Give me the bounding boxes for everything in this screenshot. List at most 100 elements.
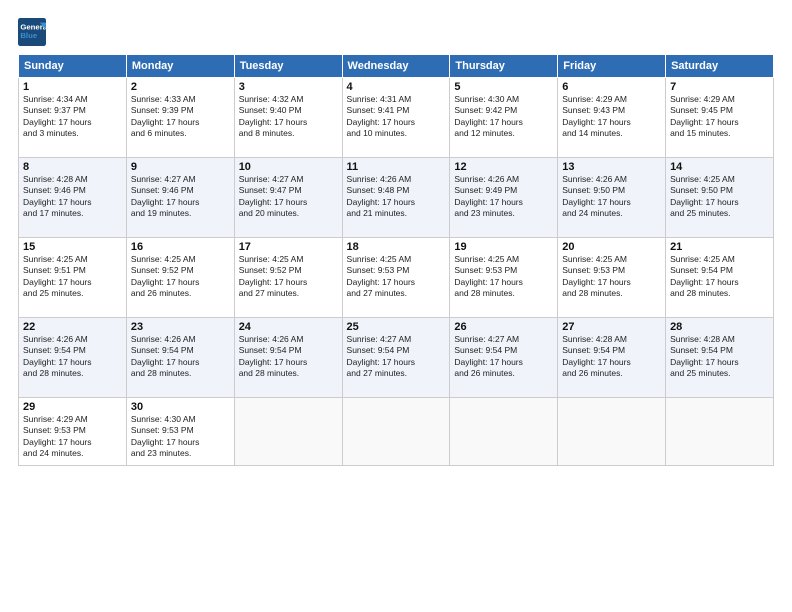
- day-info: Sunrise: 4:27 AMSunset: 9:54 PMDaylight:…: [454, 334, 553, 380]
- calendar-cell: 24Sunrise: 4:26 AMSunset: 9:54 PMDayligh…: [234, 318, 342, 398]
- calendar-cell: 16Sunrise: 4:25 AMSunset: 9:52 PMDayligh…: [126, 238, 234, 318]
- calendar-cell: 12Sunrise: 4:26 AMSunset: 9:49 PMDayligh…: [450, 158, 558, 238]
- calendar-cell: 19Sunrise: 4:25 AMSunset: 9:53 PMDayligh…: [450, 238, 558, 318]
- day-number: 23: [131, 321, 230, 333]
- day-info: Sunrise: 4:25 AMSunset: 9:53 PMDaylight:…: [562, 254, 661, 300]
- day-number: 4: [347, 81, 446, 93]
- calendar-cell: 4Sunrise: 4:31 AMSunset: 9:41 PMDaylight…: [342, 78, 450, 158]
- calendar-cell: 1Sunrise: 4:34 AMSunset: 9:37 PMDaylight…: [19, 78, 127, 158]
- day-number: 6: [562, 81, 661, 93]
- day-info: Sunrise: 4:25 AMSunset: 9:51 PMDaylight:…: [23, 254, 122, 300]
- day-info: Sunrise: 4:25 AMSunset: 9:53 PMDaylight:…: [454, 254, 553, 300]
- calendar-cell: 15Sunrise: 4:25 AMSunset: 9:51 PMDayligh…: [19, 238, 127, 318]
- day-number: 21: [670, 241, 769, 253]
- day-info: Sunrise: 4:34 AMSunset: 9:37 PMDaylight:…: [23, 94, 122, 140]
- day-number: 25: [347, 321, 446, 333]
- calendar-cell: 10Sunrise: 4:27 AMSunset: 9:47 PMDayligh…: [234, 158, 342, 238]
- day-number: 24: [239, 321, 338, 333]
- weekday-header-wednesday: Wednesday: [342, 55, 450, 78]
- calendar-cell: 28Sunrise: 4:28 AMSunset: 9:54 PMDayligh…: [666, 318, 774, 398]
- calendar-cell: 18Sunrise: 4:25 AMSunset: 9:53 PMDayligh…: [342, 238, 450, 318]
- day-info: Sunrise: 4:30 AMSunset: 9:42 PMDaylight:…: [454, 94, 553, 140]
- calendar-cell: 27Sunrise: 4:28 AMSunset: 9:54 PMDayligh…: [558, 318, 666, 398]
- day-number: 12: [454, 161, 553, 173]
- calendar-cell: 2Sunrise: 4:33 AMSunset: 9:39 PMDaylight…: [126, 78, 234, 158]
- calendar-cell: 29Sunrise: 4:29 AMSunset: 9:53 PMDayligh…: [19, 398, 127, 466]
- calendar-cell: 13Sunrise: 4:26 AMSunset: 9:50 PMDayligh…: [558, 158, 666, 238]
- calendar-cell: 22Sunrise: 4:26 AMSunset: 9:54 PMDayligh…: [19, 318, 127, 398]
- day-info: Sunrise: 4:28 AMSunset: 9:46 PMDaylight:…: [23, 174, 122, 220]
- day-info: Sunrise: 4:30 AMSunset: 9:53 PMDaylight:…: [131, 414, 230, 460]
- day-info: Sunrise: 4:25 AMSunset: 9:54 PMDaylight:…: [670, 254, 769, 300]
- calendar-cell: [450, 398, 558, 466]
- day-info: Sunrise: 4:27 AMSunset: 9:46 PMDaylight:…: [131, 174, 230, 220]
- day-number: 22: [23, 321, 122, 333]
- day-number: 17: [239, 241, 338, 253]
- calendar-cell: 5Sunrise: 4:30 AMSunset: 9:42 PMDaylight…: [450, 78, 558, 158]
- day-number: 18: [347, 241, 446, 253]
- calendar-cell: 6Sunrise: 4:29 AMSunset: 9:43 PMDaylight…: [558, 78, 666, 158]
- day-number: 11: [347, 161, 446, 173]
- day-info: Sunrise: 4:25 AMSunset: 9:50 PMDaylight:…: [670, 174, 769, 220]
- calendar-cell: [342, 398, 450, 466]
- day-number: 8: [23, 161, 122, 173]
- weekday-header-friday: Friday: [558, 55, 666, 78]
- day-number: 26: [454, 321, 553, 333]
- day-number: 1: [23, 81, 122, 93]
- day-number: 19: [454, 241, 553, 253]
- day-info: Sunrise: 4:26 AMSunset: 9:48 PMDaylight:…: [347, 174, 446, 220]
- day-number: 27: [562, 321, 661, 333]
- day-number: 14: [670, 161, 769, 173]
- calendar-cell: 21Sunrise: 4:25 AMSunset: 9:54 PMDayligh…: [666, 238, 774, 318]
- calendar-cell: 3Sunrise: 4:32 AMSunset: 9:40 PMDaylight…: [234, 78, 342, 158]
- calendar-cell: 7Sunrise: 4:29 AMSunset: 9:45 PMDaylight…: [666, 78, 774, 158]
- day-info: Sunrise: 4:26 AMSunset: 9:49 PMDaylight:…: [454, 174, 553, 220]
- calendar: SundayMondayTuesdayWednesdayThursdayFrid…: [18, 54, 774, 466]
- day-info: Sunrise: 4:25 AMSunset: 9:52 PMDaylight:…: [131, 254, 230, 300]
- day-number: 28: [670, 321, 769, 333]
- day-number: 13: [562, 161, 661, 173]
- day-number: 15: [23, 241, 122, 253]
- day-info: Sunrise: 4:29 AMSunset: 9:53 PMDaylight:…: [23, 414, 122, 460]
- day-number: 30: [131, 401, 230, 413]
- weekday-header-monday: Monday: [126, 55, 234, 78]
- day-info: Sunrise: 4:29 AMSunset: 9:43 PMDaylight:…: [562, 94, 661, 140]
- day-info: Sunrise: 4:33 AMSunset: 9:39 PMDaylight:…: [131, 94, 230, 140]
- day-info: Sunrise: 4:26 AMSunset: 9:54 PMDaylight:…: [239, 334, 338, 380]
- day-number: 29: [23, 401, 122, 413]
- weekday-header-tuesday: Tuesday: [234, 55, 342, 78]
- day-info: Sunrise: 4:25 AMSunset: 9:52 PMDaylight:…: [239, 254, 338, 300]
- calendar-cell: 17Sunrise: 4:25 AMSunset: 9:52 PMDayligh…: [234, 238, 342, 318]
- day-info: Sunrise: 4:31 AMSunset: 9:41 PMDaylight:…: [347, 94, 446, 140]
- day-info: Sunrise: 4:26 AMSunset: 9:50 PMDaylight:…: [562, 174, 661, 220]
- day-info: Sunrise: 4:26 AMSunset: 9:54 PMDaylight:…: [131, 334, 230, 380]
- calendar-cell: 23Sunrise: 4:26 AMSunset: 9:54 PMDayligh…: [126, 318, 234, 398]
- weekday-header-saturday: Saturday: [666, 55, 774, 78]
- calendar-cell: [666, 398, 774, 466]
- day-info: Sunrise: 4:28 AMSunset: 9:54 PMDaylight:…: [562, 334, 661, 380]
- day-number: 20: [562, 241, 661, 253]
- day-info: Sunrise: 4:29 AMSunset: 9:45 PMDaylight:…: [670, 94, 769, 140]
- calendar-cell: [234, 398, 342, 466]
- day-number: 9: [131, 161, 230, 173]
- day-number: 3: [239, 81, 338, 93]
- calendar-cell: 26Sunrise: 4:27 AMSunset: 9:54 PMDayligh…: [450, 318, 558, 398]
- day-number: 5: [454, 81, 553, 93]
- day-info: Sunrise: 4:32 AMSunset: 9:40 PMDaylight:…: [239, 94, 338, 140]
- day-number: 2: [131, 81, 230, 93]
- day-info: Sunrise: 4:28 AMSunset: 9:54 PMDaylight:…: [670, 334, 769, 380]
- calendar-cell: [558, 398, 666, 466]
- calendar-cell: 25Sunrise: 4:27 AMSunset: 9:54 PMDayligh…: [342, 318, 450, 398]
- weekday-header-sunday: Sunday: [19, 55, 127, 78]
- logo: General Blue: [18, 18, 50, 46]
- calendar-cell: 11Sunrise: 4:26 AMSunset: 9:48 PMDayligh…: [342, 158, 450, 238]
- calendar-cell: 30Sunrise: 4:30 AMSunset: 9:53 PMDayligh…: [126, 398, 234, 466]
- calendar-cell: 20Sunrise: 4:25 AMSunset: 9:53 PMDayligh…: [558, 238, 666, 318]
- day-number: 7: [670, 81, 769, 93]
- day-number: 16: [131, 241, 230, 253]
- logo-icon: General Blue: [18, 18, 46, 46]
- day-number: 10: [239, 161, 338, 173]
- calendar-cell: 8Sunrise: 4:28 AMSunset: 9:46 PMDaylight…: [19, 158, 127, 238]
- calendar-cell: 14Sunrise: 4:25 AMSunset: 9:50 PMDayligh…: [666, 158, 774, 238]
- svg-text:Blue: Blue: [20, 31, 38, 40]
